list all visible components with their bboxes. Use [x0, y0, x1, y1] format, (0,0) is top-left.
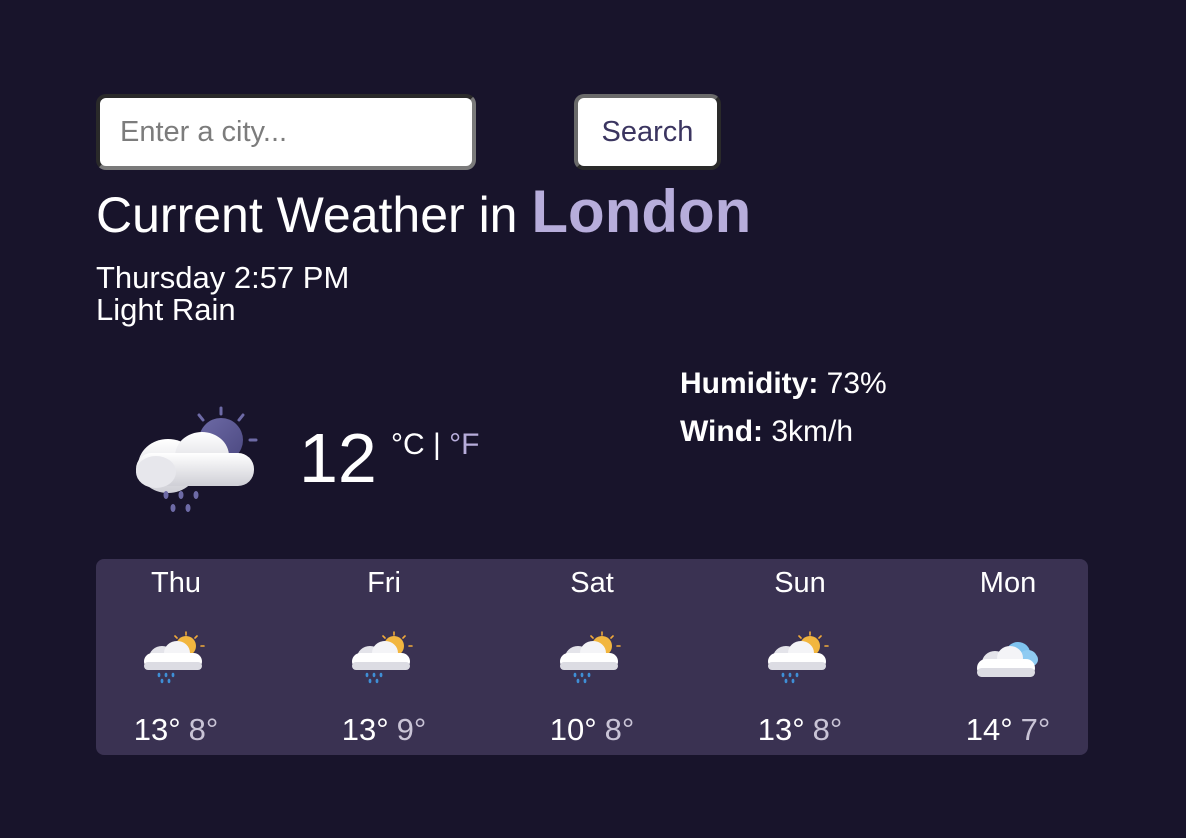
- wind-label: Wind:: [680, 415, 764, 448]
- forecast-min-temp: 9°: [396, 712, 427, 747]
- forecast-min-temp: 8°: [604, 712, 635, 747]
- search-input[interactable]: [96, 94, 476, 170]
- title-prefix: Current Weather in: [96, 187, 532, 243]
- light-rain-night-icon: [124, 398, 264, 522]
- forecast-day-name: Sun: [774, 567, 826, 599]
- weather-condition: Light Rain: [96, 292, 236, 327]
- forecast-day-name: Sat: [570, 567, 614, 599]
- forecast-min-temp: 8°: [812, 712, 843, 747]
- forecast-temperatures: 13° 9°: [304, 712, 464, 748]
- forecast-day-name: Fri: [367, 567, 401, 599]
- humidity-label: Humidity:: [680, 367, 819, 400]
- overcast-clouds-icon: [974, 629, 1042, 685]
- page-title: Current Weather in London: [96, 176, 751, 251]
- forecast-max-temp: 13°: [757, 712, 805, 747]
- forecast-temperatures: 10° 8°: [512, 712, 672, 748]
- wind-row: Wind: 3km/h: [680, 412, 887, 460]
- current-datetime: Thursday 2:57 PM: [96, 260, 350, 295]
- forecast-day: Sat 10° 8°: [512, 559, 672, 755]
- forecast-max-temp: 13°: [133, 712, 181, 747]
- forecast-temperatures: 13° 8°: [720, 712, 880, 748]
- light-rain-day-icon: [766, 629, 834, 685]
- unit-separator: |: [433, 428, 441, 461]
- current-temperature: 12: [299, 419, 377, 497]
- wind-value: 3km/h: [771, 415, 854, 448]
- light-rain-day-icon: [558, 629, 626, 685]
- forecast-day: Sun 13° 8°: [720, 559, 880, 755]
- forecast-min-temp: 7°: [1020, 712, 1051, 747]
- forecast-max-temp: 10°: [549, 712, 597, 747]
- light-rain-day-icon: [350, 629, 418, 685]
- forecast-day: Fri 13° 9°: [304, 559, 464, 755]
- light-rain-day-icon: [142, 629, 210, 685]
- forecast-panel: Thu 13° 8° Fri 13° 9° Sat 10° 8° Sun 13°…: [96, 559, 1088, 755]
- weather-details: Humidity: 73% Wind: 3km/h: [680, 364, 887, 460]
- forecast-min-temp: 8°: [188, 712, 219, 747]
- humidity-value: 73%: [826, 367, 887, 400]
- city-name: London: [531, 178, 752, 245]
- search-button[interactable]: Search: [574, 94, 721, 170]
- unit-fahrenheit[interactable]: °F: [449, 428, 479, 461]
- forecast-max-temp: 14°: [965, 712, 1013, 747]
- forecast-temperatures: 14° 7°: [928, 712, 1088, 748]
- forecast-day: Thu 13° 8°: [96, 559, 256, 755]
- humidity-row: Humidity: 73%: [680, 364, 887, 412]
- forecast-max-temp: 13°: [341, 712, 389, 747]
- forecast-temperatures: 13° 8°: [96, 712, 256, 748]
- unit-celsius[interactable]: °C: [391, 428, 425, 461]
- forecast-day: Mon 14° 7°: [928, 559, 1088, 755]
- forecast-day-name: Mon: [979, 567, 1037, 599]
- unit-toggle: °C | °F: [391, 428, 479, 462]
- forecast-day-name: Thu: [151, 567, 201, 599]
